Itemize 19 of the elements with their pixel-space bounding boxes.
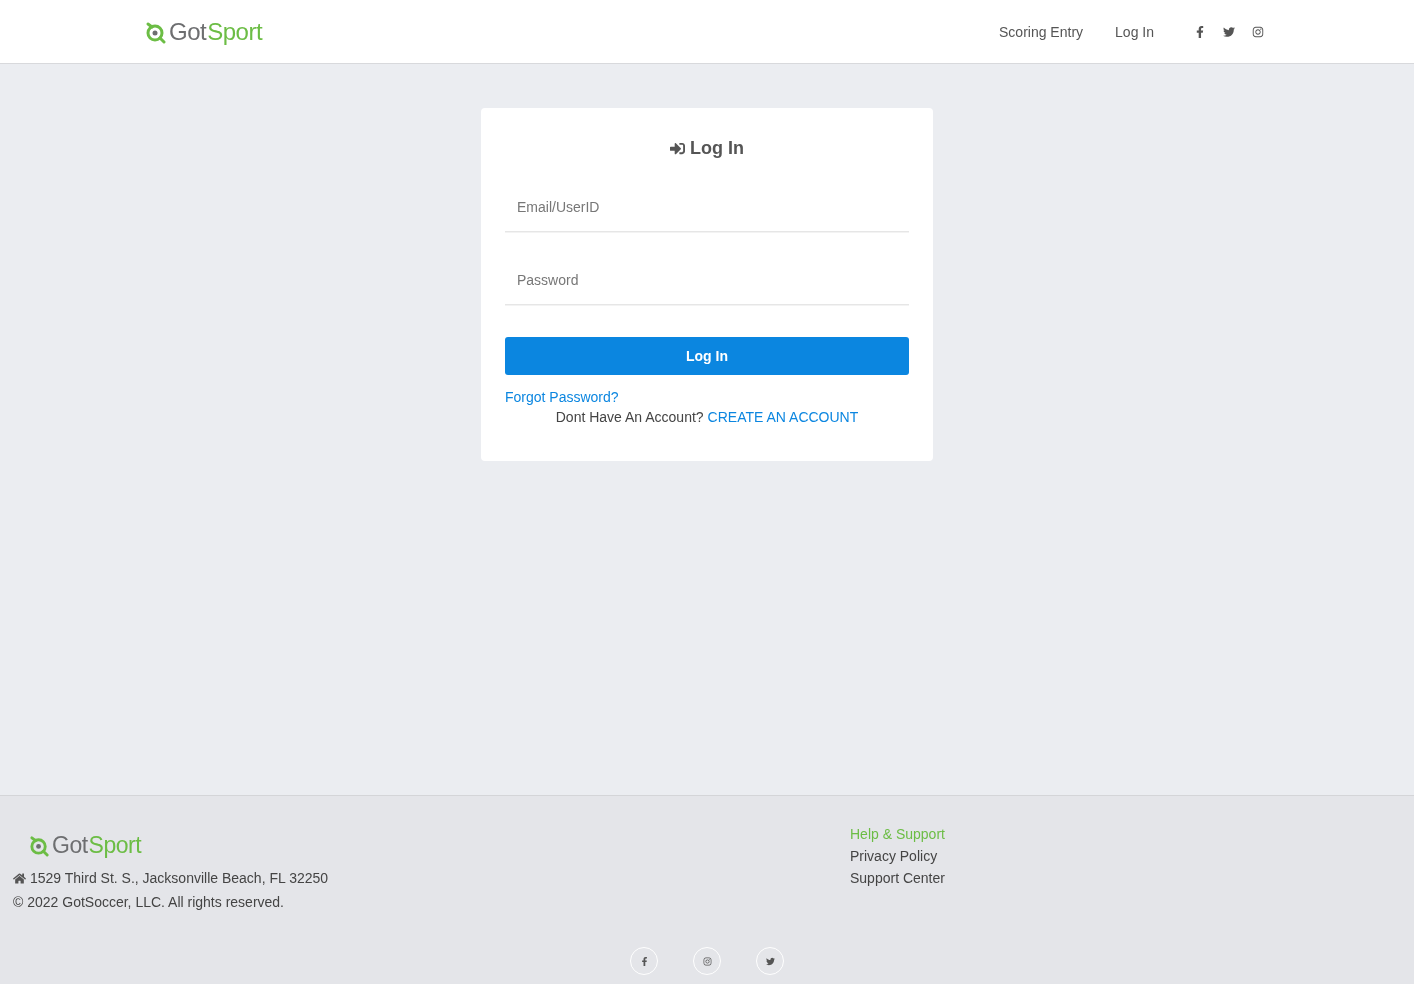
- gotsport-logo[interactable]: GotSport: [28, 832, 850, 859]
- signup-prompt: Dont Have An Account?: [555, 409, 704, 425]
- sign-in-icon: [670, 141, 685, 156]
- instagram-icon[interactable]: [1252, 25, 1264, 38]
- facebook-icon[interactable]: [1194, 25, 1206, 38]
- create-account-link[interactable]: CREATE AN ACCOUNT: [707, 409, 859, 425]
- copyright-text: © 2022 GotSoccer, LLC. All rights reserved.: [13, 894, 285, 910]
- footer-link[interactable]: Support Center: [850, 870, 945, 886]
- forgot-password-link[interactable]: Forgot Password?: [505, 389, 619, 405]
- home-icon: [13, 871, 26, 885]
- footer-link[interactable]: Privacy Policy: [850, 848, 945, 864]
- logo-mark-icon: [28, 834, 51, 857]
- twitter-icon[interactable]: [1223, 25, 1235, 38]
- gotsport-logo[interactable]: GotSport: [144, 17, 263, 46]
- nav-link[interactable]: Log In: [1115, 23, 1154, 40]
- address-text: 1529 Third St. S., Jacksonville Beach, FL 32250: [30, 870, 329, 886]
- login-button[interactable]: Log In: [505, 337, 909, 375]
- login-title: Log In: [690, 138, 744, 159]
- nav-link[interactable]: Scoring Entry: [999, 23, 1084, 40]
